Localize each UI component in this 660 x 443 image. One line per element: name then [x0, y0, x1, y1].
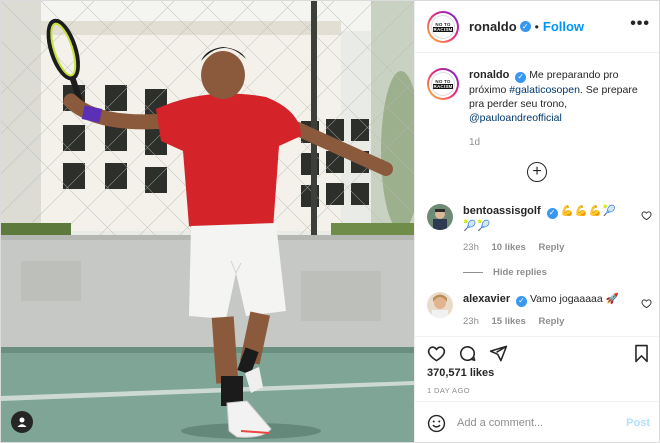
verified-icon: ✓: [516, 295, 528, 307]
post-header: NO TO RACISM ronaldo ✓ • Follow •••: [415, 1, 659, 53]
caption-time: 1d: [469, 136, 481, 148]
post-photo[interactable]: [1, 1, 414, 442]
smile-icon[interactable]: [427, 414, 446, 433]
hide-replies-label: Hide replies: [493, 267, 547, 278]
load-more-comments-button[interactable]: +: [527, 162, 547, 182]
heart-icon[interactable]: [427, 344, 446, 363]
user-tag-icon[interactable]: [11, 411, 33, 433]
comment-body: bentoassisgolf ✓ 💪💪💪🎾🎾🎾 23h 10 likes Rep…: [463, 204, 623, 255]
tennis-photo-illustration: [1, 1, 414, 442]
comment-icon[interactable]: [458, 344, 477, 363]
hide-replies-button[interactable]: Hide replies: [463, 267, 547, 278]
comments-list[interactable]: NO TO RACISM ronaldo ✓ Me preparando pro…: [415, 54, 659, 336]
post-timestamp: 1 DAY AGO: [427, 386, 470, 395]
comment-time: 23h: [463, 315, 479, 327]
comment-item: alexavier ✓ Vamo jogaaaaa 🚀 23h 15 likes…: [427, 292, 652, 329]
logo-line-2: RACISM: [432, 84, 454, 89]
commenter-avatar[interactable]: [427, 292, 453, 318]
bookmark-icon[interactable]: [633, 344, 650, 363]
comment-time: 23h: [463, 241, 479, 253]
comment-meta: 23h 10 likes Reply: [463, 241, 623, 255]
add-comment-bar: Post: [415, 401, 659, 442]
comment-meta: 23h 15 likes Reply: [463, 315, 623, 329]
verified-icon: ✓: [519, 21, 531, 32]
no-to-racism-logo: NO TO RACISM: [431, 72, 455, 96]
post-caption: NO TO RACISM ronaldo ✓ Me preparando pro…: [427, 68, 652, 150]
post-comment-button[interactable]: Post: [626, 417, 650, 429]
reply-button[interactable]: Reply: [538, 316, 564, 327]
follow-button[interactable]: Follow: [543, 19, 584, 34]
post-modal: NO TO RACISM ronaldo ✓ • Follow ••• NO T…: [0, 0, 660, 443]
more-options-icon[interactable]: •••: [630, 16, 650, 32]
verified-icon: ✓: [515, 71, 527, 83]
post-sidebar: NO TO RACISM ronaldo ✓ • Follow ••• NO T…: [414, 1, 659, 442]
verified-icon: ✓: [546, 207, 558, 219]
share-icon[interactable]: [489, 344, 508, 363]
action-icons: [427, 344, 508, 363]
commenter-avatar[interactable]: [427, 204, 453, 230]
comment-username[interactable]: bentoassisgolf: [463, 205, 541, 217]
caption-avatar[interactable]: NO TO RACISM: [427, 68, 459, 100]
like-comment-heart-icon[interactable]: [641, 210, 652, 221]
header-separator: •: [534, 19, 539, 34]
like-comment-heart-icon[interactable]: [641, 298, 652, 309]
no-to-racism-logo: NO TO RACISM: [431, 14, 455, 39]
comment-body: alexavier ✓ Vamo jogaaaaa 🚀 23h 15 likes…: [463, 292, 623, 329]
caption-username[interactable]: ronaldo: [469, 69, 509, 81]
comment-username[interactable]: alexavier: [463, 293, 510, 305]
logo-line-2: RACISM: [432, 26, 454, 32]
likes-count[interactable]: 370,571 likes: [427, 367, 494, 379]
author-username[interactable]: ronaldo: [469, 19, 517, 34]
caption-hashtag[interactable]: #galaticosopen: [509, 84, 580, 96]
caption-mention[interactable]: @pauloandreofficial: [469, 112, 562, 124]
comment-item: bentoassisgolf ✓ 💪💪💪🎾🎾🎾 23h 10 likes Rep…: [427, 204, 652, 255]
reply-button[interactable]: Reply: [538, 242, 564, 253]
replies-divider: [463, 272, 483, 273]
post-actions: 370,571 likes 1 DAY AGO: [415, 336, 659, 401]
author-avatar[interactable]: NO TO RACISM: [427, 10, 459, 43]
caption-body: ronaldo ✓ Me preparando pro próximo #gal…: [469, 68, 652, 150]
comment-likes[interactable]: 10 likes: [492, 242, 526, 253]
plus-circle-icon: +: [532, 163, 542, 180]
comment-likes[interactable]: 15 likes: [492, 316, 526, 327]
comment-text: Vamo jogaaaaa 🚀: [529, 293, 619, 305]
comment-input[interactable]: [457, 417, 617, 429]
